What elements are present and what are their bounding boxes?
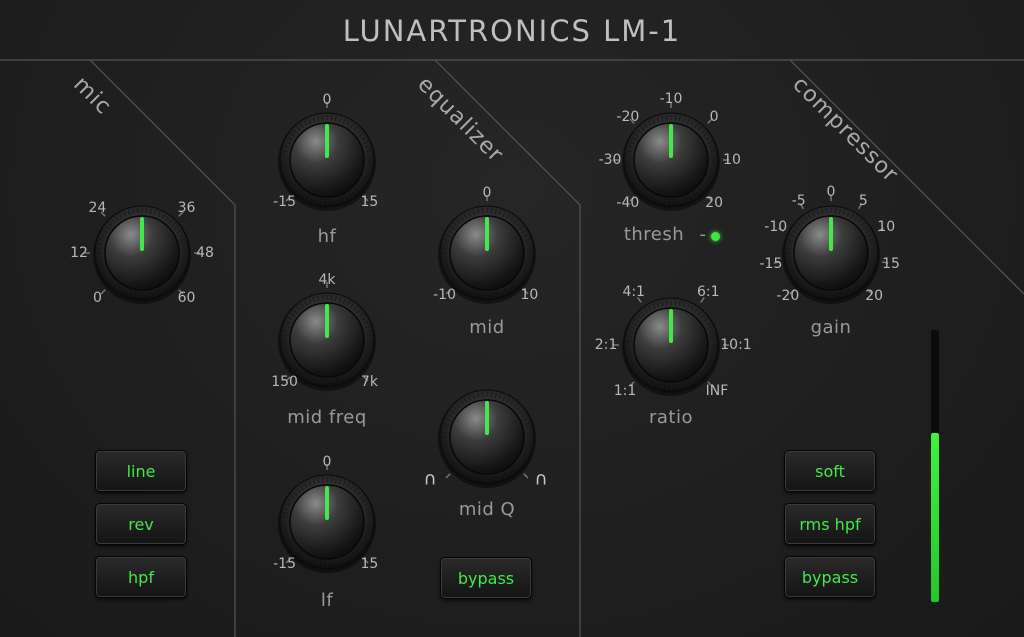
gain-label: gain (810, 317, 852, 338)
gain-tick-label: 15 (882, 255, 900, 272)
rms-hpf-button[interactable]: rms hpf (784, 503, 876, 545)
ratio-tick-label: 6:1 (697, 283, 720, 300)
mid-tick-label: 10 (520, 287, 539, 304)
thresh-tick-label: 0 (709, 108, 719, 125)
mic-gain-tick-label: 0 (92, 289, 102, 306)
hf-tick-label: -15 (273, 194, 296, 211)
ratio-tick-label: 4:1 (622, 283, 645, 300)
lf-tick-label: 15 (360, 556, 379, 573)
thresh-tick-label: 10 (723, 152, 741, 168)
mid-knob[interactable] (438, 195, 536, 304)
gain-tick-label: -15 (759, 255, 783, 272)
thresh-label: thresh (623, 224, 685, 245)
mid-freq-knob[interactable] (278, 282, 376, 391)
rev-button[interactable]: rev (95, 503, 187, 545)
gain-tick-label: -10 (764, 219, 788, 236)
thresh-tick-label: -20 (616, 108, 640, 125)
mid-tick-label: -10 (433, 287, 456, 304)
thresh-tick-label: -10 (659, 91, 683, 107)
mid-freq-label: mid freq (287, 407, 367, 428)
soft-button[interactable]: soft (784, 450, 876, 492)
mic-gain-tick-label: 36 (177, 200, 196, 217)
ratio-label: ratio (648, 407, 694, 428)
thresh-tick-label: -40 (616, 195, 640, 212)
gain-tick-label: 5 (858, 193, 868, 210)
ratio-tick-label: INF (705, 382, 729, 399)
mid-q-tick-label: ∩ (423, 468, 437, 490)
mid-freq-tick-label: 150 (271, 374, 298, 391)
plugin-panel: LUNARTRONICS LM-1 mic equalizer compress… (0, 0, 1024, 637)
output-level-meter (931, 330, 939, 602)
thresh-knob[interactable] (613, 102, 729, 211)
mic-gain-knob[interactable] (84, 205, 200, 304)
thresh-tick-label: 20 (705, 195, 724, 212)
mid-q-tick-label: ∩ (534, 468, 548, 490)
lf-label: lf (320, 590, 334, 611)
gain-tick-label: 0 (826, 184, 836, 200)
mid-q-label: mid Q (458, 499, 516, 520)
eq-bypass-button[interactable]: bypass (440, 557, 532, 599)
ratio-tick-label: 1:1 (613, 382, 637, 399)
line-button[interactable]: line (95, 450, 187, 492)
mid-q-knob[interactable] (438, 389, 536, 488)
gain-tick-label: -20 (776, 288, 800, 305)
hf-tick-label: 0 (322, 92, 332, 108)
mid-label: mid (469, 317, 505, 338)
lf-tick-label: 0 (322, 454, 332, 470)
output-level-meter-fill (931, 433, 939, 602)
lf-tick-label: -15 (273, 556, 296, 573)
ratio-tick-label: 2:1 (594, 337, 618, 353)
ratio-tick-label: 10:1 (720, 337, 752, 353)
hf-knob[interactable] (278, 102, 376, 211)
mid-freq-tick-label: 7k (360, 374, 378, 391)
plugin-title: LUNARTRONICS LM-1 (342, 14, 682, 48)
thresh-dash: - (699, 224, 707, 245)
hf-label: hf (317, 226, 337, 247)
gain-tick-label: 20 (865, 288, 884, 305)
gain-tick-label: -5 (791, 193, 806, 210)
mic-gain-tick-label: 48 (196, 245, 214, 261)
gain-knob[interactable] (773, 195, 889, 304)
mid-tick-label: 0 (482, 185, 492, 201)
gain-tick-label: 10 (877, 219, 896, 236)
ratio-knob[interactable] (613, 297, 729, 396)
comp-bypass-button[interactable]: bypass (784, 556, 876, 598)
mic-gain-tick-label: 24 (88, 200, 107, 217)
thresh-led-indicator (711, 232, 720, 241)
mic-gain-tick-label: 60 (177, 289, 196, 306)
mic-gain-tick-label: 12 (70, 245, 88, 261)
lf-knob[interactable] (278, 464, 376, 573)
hf-tick-label: 15 (360, 194, 379, 211)
mid-freq-tick-label: 4k (318, 272, 336, 288)
thresh-tick-label: -30 (598, 152, 622, 168)
hpf-button[interactable]: hpf (95, 556, 187, 598)
